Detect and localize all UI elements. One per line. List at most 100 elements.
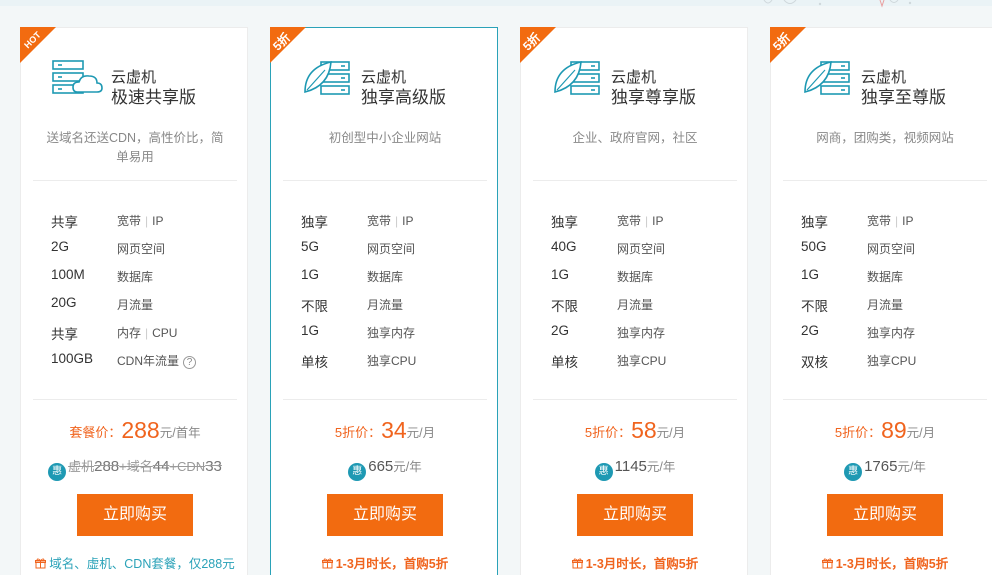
divider xyxy=(783,180,987,181)
spec-list: 独享 宽带 | IP 5G 网页空间 1G 数据库 不限 月流量 1G 独享内存 单核 独享CP… xyxy=(301,208,491,376)
spec-label: 数据库 xyxy=(867,270,904,284)
edition-name: 独享高级版 xyxy=(361,88,446,107)
spec-list: 共享 宽带 | IP 2G 网页空间 100M 数据库 20G 月流量 共享 内存 | CPU 1… xyxy=(51,208,241,376)
divider xyxy=(33,399,237,400)
spec-row: 1G 数据库 xyxy=(301,264,491,292)
card-shared-speed: HOT 云虚机 极速共享版 送域名还送CDN，高性价比，简单易用 共享 宽带 | IP… xyxy=(20,27,248,575)
spec-row: 50G 网页空间 xyxy=(801,236,991,264)
promo-text: 1-3月时长，首购5折 xyxy=(335,557,449,571)
promo-text: 1-3月时长，首购5折 xyxy=(585,557,699,571)
card-dedicated-ultimate: 5折 云虚机 独享至尊版 网商，团购类，视频网站 独享 宽带 | IP 50G 网页空间… xyxy=(770,27,992,575)
price-label: 5折价： xyxy=(834,425,882,440)
spec-value: 1G xyxy=(801,267,820,282)
price-line: 5折价：58元/月 xyxy=(521,417,749,444)
spec-label: 月流量 xyxy=(867,298,904,312)
spec-label: 网页空间 xyxy=(117,242,166,256)
price-unit: 元/首年 xyxy=(159,426,201,440)
spec-label: 独享内存 xyxy=(867,326,916,340)
spec-row: 不限 月流量 xyxy=(551,292,741,320)
spec-list: 独享 宽带 | IP 50G 网页空间 1G 数据库 不限 月流量 2G 独享内存 双核 独享C… xyxy=(801,208,991,376)
divider xyxy=(283,180,487,181)
gift-icon xyxy=(35,558,47,569)
spec-value: 共享 xyxy=(51,327,78,342)
spec-label: CDN年流量? xyxy=(117,352,196,369)
price-line: 5折价：34元/月 xyxy=(271,417,499,444)
discount-badge-icon: 惠 xyxy=(844,463,863,481)
spec-value: 5G xyxy=(301,239,320,254)
spec-value: 20G xyxy=(51,295,77,310)
spec-row: 2G 独享内存 xyxy=(801,320,991,348)
spec-value: 100GB xyxy=(51,351,94,366)
card-description: 网商，团购类，视频网站 xyxy=(816,131,954,145)
spec-row: 单核 独享CPU xyxy=(551,348,741,376)
spec-label: 网页空间 xyxy=(617,242,666,256)
card-dedicated-advanced: 5折 云虚机 独享高级版 初创型中小企业网站 独享 宽带 | IP 5G 网页空间 1G… xyxy=(270,27,498,575)
card-header: 云虚机 独享高级版 xyxy=(301,58,481,108)
buy-button[interactable]: 立即购买 xyxy=(77,494,193,536)
spec-value: 40G xyxy=(551,239,577,254)
spec-row: 20G 月流量 xyxy=(51,292,241,320)
card-title: 云虚机 独享高级版 xyxy=(361,68,446,108)
spec-row: 不限 月流量 xyxy=(801,292,991,320)
discount-badge-icon: 惠 xyxy=(594,463,613,481)
spec-value: 2G xyxy=(51,239,70,254)
card-header: 云虚机 独享尊享版 xyxy=(551,58,731,108)
promo-line[interactable]: 1-3月时长，首购5折 xyxy=(771,553,992,572)
promo-line[interactable]: 1-3月时长，首购5折 xyxy=(521,553,749,572)
spec-value: 独享 xyxy=(301,215,328,230)
card-header: 云虚机 独享至尊版 xyxy=(801,58,981,108)
spec-value: 单核 xyxy=(301,355,328,370)
spec-row: 独享 宽带 | IP xyxy=(301,208,491,236)
help-icon[interactable]: ? xyxy=(183,356,196,369)
server-leaf-icon xyxy=(554,60,600,95)
spec-label: 数据库 xyxy=(367,270,404,284)
spec-row: 独享 宽带 | IP xyxy=(801,208,991,236)
buy-button[interactable]: 立即购买 xyxy=(577,494,693,536)
gift-icon xyxy=(821,558,833,569)
gift-icon xyxy=(321,558,333,569)
spec-label: 数据库 xyxy=(117,270,154,284)
card-dedicated-premium: 5折 云虚机 独享尊享版 企业、政府官网，社区 独享 宽带 | IP 40G 网页空间 … xyxy=(520,27,748,575)
card-header: 云虚机 极速共享版 xyxy=(51,58,231,108)
price-label: 5折价： xyxy=(334,425,382,440)
buy-button[interactable]: 立即购买 xyxy=(827,494,943,536)
spec-value: 不限 xyxy=(801,299,828,314)
spec-value: 共享 xyxy=(51,215,78,230)
spec-value: 不限 xyxy=(551,299,578,314)
price-value: 34 xyxy=(381,417,407,443)
original-price-line: 惠虚机288+域名44+CDN33 xyxy=(21,456,249,481)
spec-label: 宽带 | IP xyxy=(617,214,664,228)
spec-value: 1G xyxy=(301,267,320,282)
spec-label: 宽带 | IP xyxy=(367,214,414,228)
promo-line[interactable]: 1-3月时长，首购5折 xyxy=(271,553,499,572)
server-cloud-icon xyxy=(52,60,103,94)
price-line: 5折价：89元/月 xyxy=(771,417,992,444)
spec-label: 独享CPU xyxy=(867,354,917,368)
promo-line[interactable]: 域名、虚机、CDN套餐，仅288元 xyxy=(21,553,249,572)
spec-label: 宽带 | IP xyxy=(867,214,914,228)
buy-button[interactable]: 立即购买 xyxy=(327,494,443,536)
discount-badge-icon: 惠 xyxy=(48,463,67,481)
price-value: 89 xyxy=(881,417,907,443)
product-name: 云虚机 xyxy=(861,69,907,86)
spec-row: 共享 内存 | CPU xyxy=(51,320,241,348)
spec-row: 40G 网页空间 xyxy=(551,236,741,264)
yearly-price-line: 惠 1145元/年 xyxy=(521,456,749,481)
header-decoration xyxy=(763,0,912,8)
spec-row: 100GB CDN年流量? xyxy=(51,348,241,376)
spec-label: 宽带 | IP xyxy=(117,214,164,228)
spec-row: 2G 网页空间 xyxy=(51,236,241,264)
spec-value: 100M xyxy=(51,267,85,282)
price-unit: 元/月 xyxy=(906,426,936,440)
yearly-price-unit: 元/年 xyxy=(393,460,422,474)
spec-row: 1G 独享内存 xyxy=(301,320,491,348)
price-label: 5折价： xyxy=(584,425,632,440)
yearly-price-value: 665 xyxy=(368,458,394,475)
spec-row: 5G 网页空间 xyxy=(301,236,491,264)
spec-label: 独享CPU xyxy=(367,354,417,368)
spec-row: 独享 宽带 | IP xyxy=(551,208,741,236)
card-description: 送域名还送CDN，高性价比，简单易用 xyxy=(46,131,224,164)
yearly-price-value: 1765 xyxy=(864,458,898,475)
yearly-price-value: 1145 xyxy=(614,458,647,475)
price-unit: 元/月 xyxy=(656,426,686,440)
